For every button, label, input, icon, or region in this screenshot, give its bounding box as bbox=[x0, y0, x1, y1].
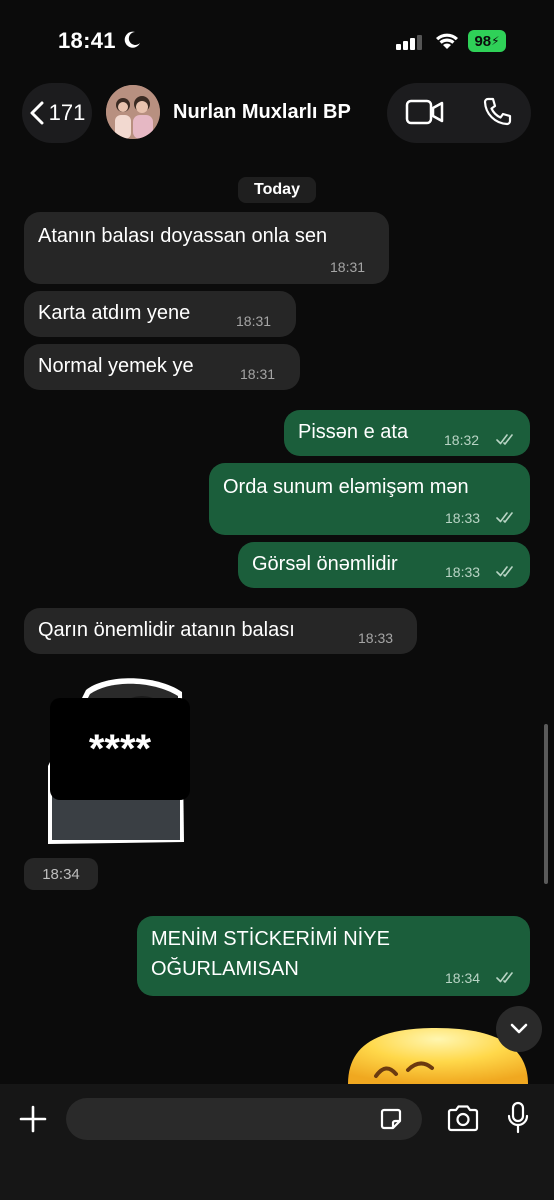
scroll-indicator[interactable] bbox=[544, 724, 548, 884]
contact-name[interactable]: Nurlan Muxlarlı BP bbox=[173, 101, 351, 124]
message-time: 18:31 bbox=[330, 259, 366, 275]
message-text: Karta atdım yene bbox=[38, 302, 191, 324]
message-text: Pissən e ata bbox=[298, 421, 409, 443]
chevron-down-icon bbox=[510, 1023, 528, 1034]
message-bubble-incoming[interactable]: Atanın balası doyassan onla sen 18:31 bbox=[24, 212, 389, 284]
plus-icon[interactable] bbox=[18, 1104, 48, 1134]
back-count: 171 bbox=[48, 100, 86, 125]
message-text: Orda sunum eləmişəm mən bbox=[223, 476, 469, 498]
battery-icon: 98 ⚡ bbox=[468, 30, 506, 52]
message-bubble-incoming[interactable]: Normal yemek ye 18:31 bbox=[24, 344, 300, 390]
message-text: Normal yemek ye bbox=[38, 355, 194, 377]
mic-icon[interactable] bbox=[506, 1101, 530, 1135]
moon-icon bbox=[124, 31, 140, 48]
sticker-icon[interactable] bbox=[378, 1106, 404, 1132]
message-text: Görsəl önəmlidir bbox=[252, 553, 398, 575]
message-time: 18:33 bbox=[445, 510, 481, 526]
message-time: 18:31 bbox=[240, 366, 276, 382]
message-bubble-incoming[interactable]: Qarın önemlidir atanın balası 18:33 bbox=[24, 608, 417, 654]
message-text: Qarın önemlidir atanın balası bbox=[38, 619, 295, 641]
double-check-icon bbox=[496, 434, 513, 445]
avatar-image bbox=[106, 85, 160, 139]
double-check-icon bbox=[496, 972, 513, 983]
date-chip: Today bbox=[238, 177, 316, 203]
message-bubble-outgoing[interactable]: Görsəl önəmlidir 18:33 bbox=[238, 542, 530, 588]
censor-box: **** bbox=[50, 698, 190, 800]
message-bubble-incoming[interactable]: Karta atdım yene 18:31 bbox=[24, 291, 296, 337]
wifi-icon bbox=[436, 33, 458, 49]
sticker-time: 18:34 bbox=[24, 858, 98, 890]
battery-level: 98 bbox=[474, 32, 492, 50]
video-icon[interactable] bbox=[405, 97, 445, 127]
message-time: 18:33 bbox=[358, 630, 394, 646]
message-time: 18:32 bbox=[444, 432, 480, 448]
scroll-down-button[interactable] bbox=[496, 1006, 542, 1052]
message-text-line2: OĞURLAMISAN bbox=[151, 958, 299, 980]
message-time: 18:34 bbox=[445, 970, 481, 986]
avatar[interactable] bbox=[106, 85, 160, 139]
message-time: 18:31 bbox=[236, 313, 272, 329]
camera-icon[interactable] bbox=[446, 1104, 480, 1132]
message-text-line1: MENİM STİCKERİMİ NİYE bbox=[151, 928, 390, 950]
double-check-icon bbox=[496, 512, 513, 523]
message-bubble-outgoing[interactable]: MENİM STİCKERİMİ NİYE OĞURLAMISAN 18:34 bbox=[137, 916, 530, 996]
message-time: 18:33 bbox=[445, 564, 481, 580]
back-button[interactable]: 171 bbox=[22, 83, 92, 143]
phone-icon[interactable] bbox=[481, 96, 513, 128]
message-bubble-outgoing[interactable]: Pissən e ata 18:32 bbox=[284, 410, 530, 456]
message-text: Atanın balası doyassan onla sen bbox=[38, 225, 328, 247]
message-input[interactable] bbox=[66, 1098, 422, 1140]
status-time: 18:41 bbox=[58, 28, 116, 53]
double-check-icon bbox=[496, 566, 513, 577]
chevron-left-icon bbox=[30, 101, 44, 125]
signal-icon bbox=[396, 35, 422, 50]
message-bubble-outgoing[interactable]: Orda sunum eləmişəm mən 18:33 bbox=[209, 463, 530, 535]
